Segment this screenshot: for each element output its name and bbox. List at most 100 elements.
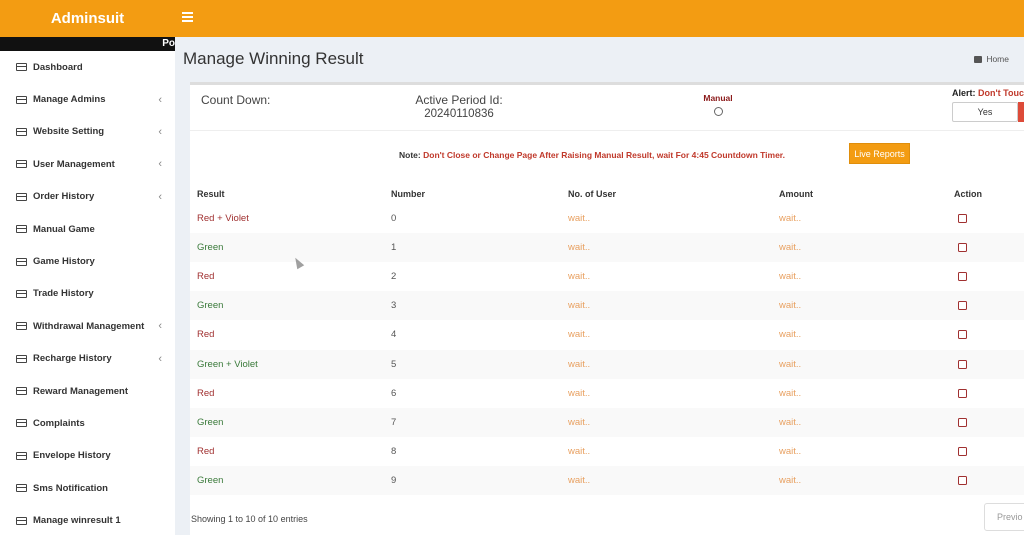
action-cell xyxy=(958,408,967,437)
no-button[interactable] xyxy=(1018,102,1024,122)
amount-cell: wait.. xyxy=(779,445,802,457)
active-period: Active Period Id: 20240110836 xyxy=(409,93,509,120)
table-row: Red 2 wait.. wait.. xyxy=(190,262,1024,291)
amount-cell: wait.. xyxy=(779,416,802,428)
sidebar-item[interactable]: User Management ‹ xyxy=(0,148,175,180)
result-cell: Green + Violet xyxy=(197,358,258,370)
result-cell: Red xyxy=(197,271,215,283)
sidebar-item[interactable]: Website Setting ‹ xyxy=(0,116,175,148)
note-text: Note: Don't Close or Change Page After R… xyxy=(399,150,785,160)
action-cell xyxy=(958,291,967,320)
chevron-left-icon: ‹ xyxy=(158,158,162,171)
main-content: Manage Winning Result Home Count Down: A… xyxy=(175,37,1024,535)
row-checkbox[interactable] xyxy=(958,243,967,253)
table-row: Green 9 wait.. wait.. xyxy=(190,465,1024,495)
sidebar-item[interactable]: Dashboard xyxy=(0,51,175,83)
users-cell: wait.. xyxy=(568,474,591,486)
sidebar-item-label: Envelope History xyxy=(33,450,111,462)
header-number[interactable]: Number xyxy=(391,189,425,199)
table-row: Green + Violet 5 wait.. wait.. xyxy=(190,349,1024,379)
top-navbar: Adminsuit xyxy=(0,0,1024,37)
row-checkbox[interactable] xyxy=(958,446,967,456)
hamburger-menu-icon[interactable] xyxy=(182,10,193,24)
header-action[interactable]: Action xyxy=(954,189,982,199)
number-cell: 2 xyxy=(391,271,397,283)
breadcrumb-home[interactable]: Home xyxy=(986,54,1009,64)
active-period-label: Active Period Id: xyxy=(415,93,503,107)
row-checkbox[interactable] xyxy=(958,417,967,427)
row-checkbox[interactable] xyxy=(958,330,967,340)
table-row: Green 7 wait.. wait.. xyxy=(190,407,1024,437)
sidebar-item[interactable]: Trade History xyxy=(0,278,175,310)
table-row: Red + Violet 0 wait.. wait.. xyxy=(190,204,1024,233)
sidebar-item[interactable]: Envelope History xyxy=(0,440,175,472)
sidebar-item[interactable]: Withdrawal Management ‹ xyxy=(0,310,175,342)
chevron-left-icon: ‹ xyxy=(158,125,162,138)
row-checkbox[interactable] xyxy=(958,301,967,311)
alert-prefix: Alert: xyxy=(952,88,976,98)
number-cell: 6 xyxy=(391,387,397,399)
previous-button[interactable]: Previo xyxy=(984,503,1024,531)
result-cell: Red xyxy=(197,387,215,399)
header-result[interactable]: Result xyxy=(197,189,225,199)
app-logo[interactable]: Adminsuit xyxy=(0,0,175,37)
action-cell xyxy=(958,233,967,262)
alert-message: Don't Touc xyxy=(978,88,1024,98)
list-icon xyxy=(16,63,27,72)
result-cell: Green xyxy=(197,242,224,254)
row-checkbox[interactable] xyxy=(958,272,967,282)
list-icon xyxy=(16,516,27,525)
table-row: Red 6 wait.. wait.. xyxy=(190,379,1024,408)
users-cell: wait.. xyxy=(568,329,591,341)
amount-cell: wait.. xyxy=(779,242,802,254)
row-checkbox[interactable] xyxy=(958,359,967,369)
sidebar-item[interactable]: Order History ‹ xyxy=(0,181,175,213)
sidebar-item-label: Trade History xyxy=(33,288,94,300)
sidebar-item-label: Manage Admins xyxy=(33,94,106,106)
sidebar-item[interactable]: Sms Notification xyxy=(0,472,175,504)
result-cell: Green xyxy=(197,300,224,312)
sidebar-item[interactable]: Complaints xyxy=(0,407,175,439)
sidebar-item[interactable]: Reward Management xyxy=(0,375,175,407)
list-icon xyxy=(16,225,27,234)
number-cell: 3 xyxy=(391,300,397,312)
list-icon xyxy=(16,354,27,363)
sidebar-item[interactable]: Manage Admins ‹ xyxy=(0,83,175,115)
live-reports-button[interactable]: Live Reports xyxy=(849,143,910,164)
list-icon xyxy=(16,192,27,201)
sidebar-item[interactable]: Manage winresult 1 xyxy=(0,504,175,535)
row-checkbox[interactable] xyxy=(958,388,967,398)
number-cell: 5 xyxy=(391,358,397,370)
sidebar-header: Po xyxy=(0,37,175,51)
row-checkbox[interactable] xyxy=(958,214,967,223)
list-icon xyxy=(16,160,27,169)
sidebar-item-label: Reward Management xyxy=(33,385,129,397)
list-icon xyxy=(16,257,27,266)
header-users[interactable]: No. of User xyxy=(568,189,616,199)
manual-toggle: Manual xyxy=(700,93,736,121)
yes-button[interactable]: Yes xyxy=(952,102,1018,122)
table-row: Red 8 wait.. wait.. xyxy=(190,437,1024,466)
sidebar-item[interactable]: Game History xyxy=(0,245,175,277)
sidebar-item-label: Sms Notification xyxy=(33,482,108,494)
header-amount[interactable]: Amount xyxy=(779,189,813,199)
sidebar-item-label: Withdrawal Management xyxy=(33,320,145,332)
row-checkbox[interactable] xyxy=(958,475,967,485)
number-cell: 8 xyxy=(391,445,397,457)
table-row: Green 1 wait.. wait.. xyxy=(190,233,1024,263)
home-icon xyxy=(974,55,983,63)
sidebar-item[interactable]: Manual Game xyxy=(0,213,175,245)
result-cell: Red xyxy=(197,445,215,457)
sidebar-item-label: Order History xyxy=(33,191,95,203)
amount-cell: wait.. xyxy=(779,387,802,399)
chevron-left-icon: ‹ xyxy=(158,93,162,106)
action-cell xyxy=(958,379,967,408)
sidebar-item[interactable]: Recharge History ‹ xyxy=(0,343,175,375)
table-info: Showing 1 to 10 of 10 entries xyxy=(191,514,308,524)
alert-text: Alert: Don't Touc xyxy=(952,88,1024,98)
action-cell xyxy=(958,204,967,233)
users-cell: wait.. xyxy=(568,358,591,370)
action-cell xyxy=(958,262,967,291)
manual-radio[interactable] xyxy=(713,107,723,116)
sidebar-item-label: Recharge History xyxy=(33,353,112,365)
